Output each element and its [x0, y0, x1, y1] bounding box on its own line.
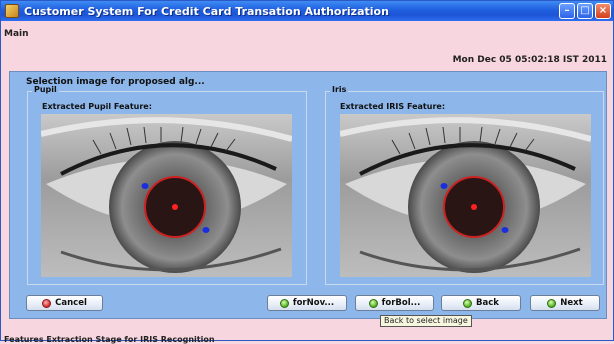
- maximize-button[interactable]: □: [577, 3, 593, 19]
- go-icon: [368, 298, 378, 308]
- go-icon: [279, 298, 289, 308]
- forbol-button[interactable]: forBol...: [355, 295, 434, 311]
- app-window: Customer System For Credit Card Transati…: [0, 0, 614, 344]
- iris-group-title: Iris: [330, 85, 349, 94]
- cancel-button-label: Cancel: [55, 298, 87, 308]
- iris-eye-svg: [340, 114, 591, 277]
- forbol-button-label: forBol...: [381, 298, 421, 308]
- java-app-icon: [5, 4, 19, 18]
- title-bar[interactable]: Customer System For Credit Card Transati…: [1, 1, 613, 21]
- fornov-button[interactable]: forNov...: [267, 295, 347, 311]
- iris-eye-image: [340, 114, 591, 277]
- back-button-label: Back: [476, 298, 499, 308]
- window-title: Customer System For Credit Card Transati…: [24, 4, 389, 18]
- pupil-group-title: Pupil: [32, 85, 59, 94]
- date-time-label: Mon Dec 05 05:02:18 IST 2011: [452, 55, 607, 65]
- cancel-icon: [42, 298, 52, 308]
- menu-main[interactable]: Main: [4, 29, 29, 39]
- fornov-button-label: forNov...: [292, 298, 335, 308]
- go-icon: [463, 298, 473, 308]
- next-button[interactable]: Next: [530, 295, 600, 311]
- back-tooltip: Back to select image: [380, 315, 472, 327]
- close-button[interactable]: ×: [595, 3, 611, 19]
- go-icon: [547, 298, 557, 308]
- cancel-button[interactable]: Cancel: [26, 295, 103, 311]
- pupil-eye-svg: [41, 114, 292, 277]
- back-button[interactable]: Back: [441, 295, 521, 311]
- next-button-label: Next: [560, 298, 583, 308]
- pupil-eye-image: [41, 114, 292, 277]
- menu-bar: Main: [1, 21, 613, 39]
- iris-feature-label: Extracted IRIS Feature:: [340, 102, 446, 111]
- pupil-feature-label: Extracted Pupil Feature:: [42, 102, 152, 111]
- status-text: Features Extraction Stage for IRIS Recog…: [4, 335, 215, 344]
- minimize-button[interactable]: –: [559, 3, 575, 19]
